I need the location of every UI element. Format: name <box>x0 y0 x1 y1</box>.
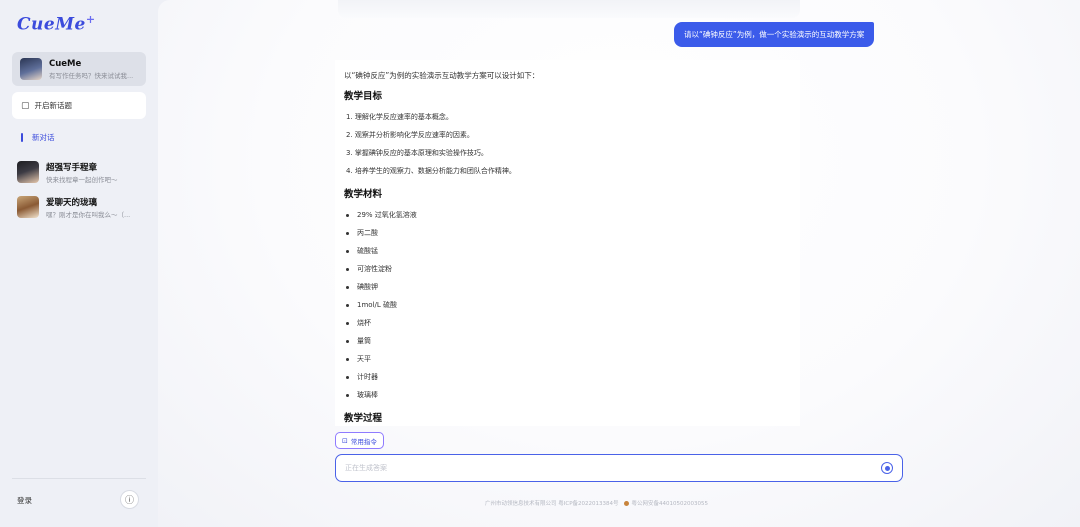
avatar <box>17 196 39 218</box>
goals-list: 1. 理解化学反应速率的基本概念。 2. 观察并分析影响化学反应速率的因素。 3… <box>344 108 800 180</box>
chat-area: 请以“碘钟反应”为例，做一个实验演示的互动教学方案 以“碘钟反应”为例的实验演示… <box>158 0 1080 527</box>
list-item: 丙二酸 <box>344 224 800 242</box>
command-icon: ⊡ <box>342 436 348 445</box>
common-commands-button[interactable]: ⊡ 常用指令 <box>335 432 384 449</box>
police-link[interactable]: 粤公网安备44010502003055 <box>632 499 709 507</box>
bot-desc: 快来找程章一起创作吧～ <box>46 175 118 184</box>
sidebar-item-writer[interactable]: 超强写手程章 快来找程章一起创作吧～ <box>0 157 158 187</box>
list-item: 3. 掌握碘钟反应的基本原理和实验操作技巧。 <box>346 149 488 157</box>
assistant-answer: 以“碘钟反应”为例的实验演示互动教学方案可以设计如下： 教学目标 1. 理解化学… <box>335 60 800 426</box>
new-topic-button[interactable]: ▢ 开启新话题 <box>12 92 146 119</box>
answer-intro: 以“碘钟反应”为例的实验演示互动教学方案可以设计如下： <box>344 71 540 80</box>
info-icon[interactable]: ⓘ <box>120 490 139 509</box>
stop-generating-icon[interactable] <box>881 462 893 474</box>
previous-content-fade <box>338 0 800 18</box>
icp-link[interactable]: 广州市动领信息技术有限公司 粤ICP备2022013384号 <box>485 499 619 507</box>
footer: 广州市动领信息技术有限公司 粤ICP备2022013384号 粤公网安备4401… <box>485 499 708 507</box>
bot-desc: 有写作任务吗？快来试试我... <box>49 71 134 80</box>
heading-goals: 教学目标 <box>344 91 383 102</box>
message-input[interactable] <box>345 464 865 472</box>
police-badge-icon <box>623 500 629 506</box>
user-message: 请以“碘钟反应”为例，做一个实验演示的互动教学方案 <box>674 22 875 47</box>
login-link[interactable]: 登录 <box>17 495 32 506</box>
list-item: 1mol/L 硫酸 <box>344 296 800 314</box>
bot-name: 爱聊天的珑璃 <box>46 197 98 208</box>
list-item: 硫酸锰 <box>344 242 800 260</box>
sidebar: CueMe+ CueMe 有写作任务吗？快来试试我... ▢ 开启新话题 新对话… <box>0 0 158 527</box>
list-item: 2. 观察并分析影响化学反应速率的因素。 <box>346 131 474 139</box>
list-item: 可溶性淀粉 <box>344 260 800 278</box>
active-indicator <box>21 133 23 142</box>
list-item: 量筒 <box>344 332 800 350</box>
heading-materials: 教学材料 <box>344 189 383 200</box>
bot-name: CueMe <box>49 58 82 69</box>
avatar <box>17 161 39 183</box>
new-topic-label: 开启新话题 <box>34 101 73 110</box>
bot-desc: 嘿？刚才是你在叫我么～（... <box>46 210 131 219</box>
chat-plus-icon: ▢ <box>21 100 30 111</box>
list-item: 29% 过氧化氢溶液 <box>344 206 800 224</box>
list-item: 玻璃棒 <box>344 386 800 404</box>
command-label: 常用指令 <box>350 437 377 446</box>
sidebar-item-chat[interactable]: 爱聊天的珑璃 嘿？刚才是你在叫我么～（... <box>0 192 158 222</box>
message-input-box[interactable] <box>335 454 903 482</box>
heading-process: 教学过程 <box>344 413 383 424</box>
materials-list: 29% 过氧化氢溶液 丙二酸 硫酸锰 可溶性淀粉 碘酸钾 1mol/L 硫酸 烧… <box>344 206 800 404</box>
bot-name: 超强写手程章 <box>46 162 98 173</box>
list-item: 碘酸钾 <box>344 278 800 296</box>
list-item: 计时器 <box>344 368 800 386</box>
list-item: 1. 理解化学反应速率的基本概念。 <box>346 113 453 121</box>
bot-card-cueme[interactable]: CueMe 有写作任务吗？快来试试我... <box>12 52 146 86</box>
conversation-label: 新对话 <box>32 133 55 142</box>
current-conversation[interactable]: 新对话 <box>21 132 55 143</box>
app-logo[interactable]: CueMe+ <box>17 13 96 35</box>
avatar <box>20 58 42 80</box>
list-item: 天平 <box>344 350 800 368</box>
list-item: 4. 培养学生的观察力、数据分析能力和团队合作精神。 <box>346 167 516 175</box>
list-item: 烧杯 <box>344 314 800 332</box>
divider <box>12 478 146 479</box>
